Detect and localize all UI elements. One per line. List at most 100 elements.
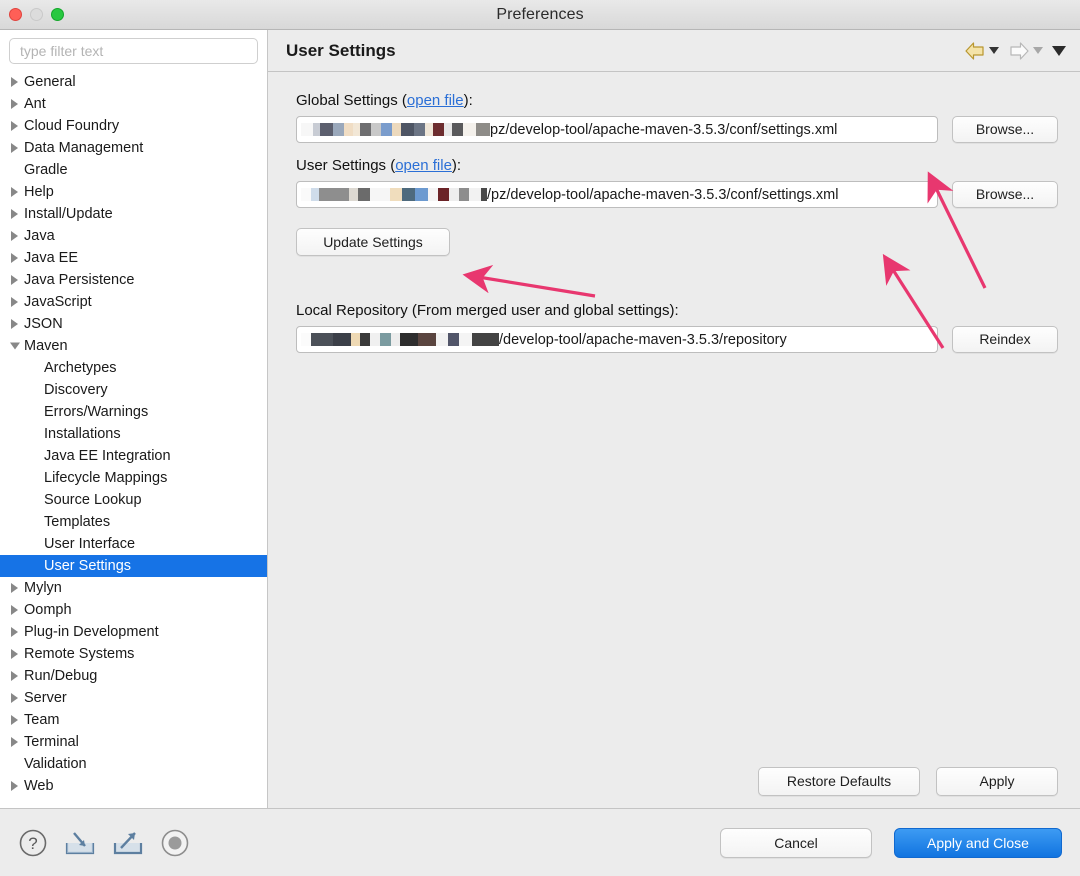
footer-icon-group: ?: [18, 828, 190, 858]
sidebar-item-javascript[interactable]: JavaScript: [0, 291, 267, 313]
chevron-down-icon[interactable]: [1052, 45, 1066, 56]
sidebar-item-install-update[interactable]: Install/Update: [0, 203, 267, 225]
user-settings-label: User Settings (open file):: [296, 157, 1058, 174]
user-settings-path: /pz/develop-tool/apache-maven-3.5.3/conf…: [487, 186, 839, 203]
sidebar-item-label: Team: [24, 712, 60, 728]
redacted-path-blocks: [297, 117, 490, 142]
sidebar-item-java-ee[interactable]: Java EE: [0, 247, 267, 269]
global-settings-label: Global Settings (open file):: [296, 92, 1058, 109]
sidebar-item-plug-in-development[interactable]: Plug-in Development: [0, 621, 267, 643]
sidebar-item-java-ee-integration[interactable]: Java EE Integration: [0, 445, 267, 467]
user-settings-label-prefix: User Settings (: [296, 157, 396, 174]
sidebar-item-label: Installations: [44, 426, 121, 442]
sidebar-item-label: Run/Debug: [24, 668, 98, 684]
sidebar-item-user-interface[interactable]: User Interface: [0, 533, 267, 555]
sidebar-item-label: Remote Systems: [24, 646, 135, 662]
cancel-button[interactable]: Cancel: [720, 827, 872, 858]
forward-dropdown-caret-icon[interactable]: [1033, 47, 1043, 54]
redacted-path-blocks: [297, 182, 487, 207]
sidebar-item-label: Mylyn: [24, 580, 62, 596]
window-titlebar: Preferences: [0, 0, 1080, 30]
export-icon[interactable]: [112, 829, 144, 857]
local-repository-row: /develop-tool/apache-maven-3.5.3/reposit…: [296, 326, 1058, 353]
page-title: User Settings: [286, 40, 396, 60]
global-settings-browse-button[interactable]: Browse...: [952, 116, 1058, 143]
user-settings-input[interactable]: /pz/develop-tool/apache-maven-3.5.3/conf…: [296, 181, 938, 208]
sidebar-item-web[interactable]: Web: [0, 775, 267, 797]
record-icon[interactable]: [160, 828, 190, 858]
sidebar-item-run-debug[interactable]: Run/Debug: [0, 665, 267, 687]
sidebar-item-discovery[interactable]: Discovery: [0, 379, 267, 401]
main-panel-action-buttons: Restore Defaults Apply: [758, 767, 1058, 796]
sidebar-item-label: Source Lookup: [44, 492, 142, 508]
sidebar-item-oomph[interactable]: Oomph: [0, 599, 267, 621]
user-settings-label-suffix: ):: [451, 157, 462, 174]
footer-button-group: Cancel Apply and Close: [720, 827, 1062, 858]
sidebar-item-label: Web: [24, 778, 54, 794]
sidebar-item-user-settings[interactable]: User Settings: [0, 555, 267, 577]
sidebar-item-label: User Interface: [44, 536, 136, 552]
sidebar-item-remote-systems[interactable]: Remote Systems: [0, 643, 267, 665]
sidebar-item-archetypes[interactable]: Archetypes: [0, 357, 267, 379]
update-settings-button[interactable]: Update Settings: [296, 228, 450, 256]
sidebar-item-data-management[interactable]: Data Management: [0, 137, 267, 159]
maximize-window-button[interactable]: [51, 8, 64, 21]
back-arrow-icon[interactable]: [964, 41, 986, 60]
sidebar-item-label: Help: [24, 184, 54, 200]
sidebar-item-help[interactable]: Help: [0, 181, 267, 203]
sidebar-item-cloud-foundry[interactable]: Cloud Foundry: [0, 115, 267, 137]
global-settings-input[interactable]: pz/develop-tool/apache-maven-3.5.3/conf/…: [296, 116, 938, 143]
import-icon[interactable]: [64, 829, 96, 857]
user-settings-open-file-link[interactable]: open file: [395, 157, 452, 174]
sidebar-item-label: Oomph: [24, 602, 72, 618]
back-dropdown-caret-icon[interactable]: [989, 47, 999, 54]
help-icon[interactable]: ?: [18, 828, 48, 858]
user-settings-row: /pz/develop-tool/apache-maven-3.5.3/conf…: [296, 181, 1058, 208]
forward-arrow-icon[interactable]: [1008, 41, 1030, 60]
reindex-button[interactable]: Reindex: [952, 326, 1058, 353]
sidebar-item-label: Templates: [44, 514, 111, 530]
redacted-path-blocks: [297, 327, 499, 352]
sidebar-item-templates[interactable]: Templates: [0, 511, 267, 533]
user-settings-browse-button[interactable]: Browse...: [952, 181, 1058, 208]
forward-nav-group[interactable]: [1008, 41, 1043, 60]
sidebar-item-ant[interactable]: Ant: [0, 93, 267, 115]
local-repository-label: Local Repository (From merged user and g…: [296, 302, 679, 319]
sidebar-item-label: General: [24, 74, 76, 90]
close-window-button[interactable]: [9, 8, 22, 21]
preferences-tree[interactable]: General Ant Cloud Foundry Data Management Gr…: [0, 70, 267, 808]
sidebar-item-server[interactable]: Server: [0, 687, 267, 709]
sidebar-item-label: Server: [24, 690, 67, 706]
sidebar-item-label: JSON: [24, 316, 63, 332]
sidebar-item-installations[interactable]: Installations: [0, 423, 267, 445]
sidebar-item-maven[interactable]: Maven: [0, 335, 267, 357]
sidebar-item-label: Java Persistence: [24, 272, 135, 288]
apply-button[interactable]: Apply: [936, 767, 1058, 796]
sidebar-item-gradle[interactable]: Gradle: [0, 159, 267, 181]
sidebar-item-label: JavaScript: [24, 294, 92, 310]
sidebar-item-label: Cloud Foundry: [24, 118, 120, 134]
sidebar-item-label: Ant: [24, 96, 46, 112]
global-settings-open-file-link[interactable]: open file: [407, 92, 464, 109]
sidebar-item-errors-warnings[interactable]: Errors/Warnings: [0, 401, 267, 423]
sidebar-item-label: Plug-in Development: [24, 624, 159, 640]
sidebar-item-java-persistence[interactable]: Java Persistence: [0, 269, 267, 291]
sidebar-item-mylyn[interactable]: Mylyn: [0, 577, 267, 599]
apply-and-close-button[interactable]: Apply and Close: [894, 827, 1062, 858]
back-nav-group[interactable]: [964, 41, 999, 60]
sidebar-item-lifecycle-mappings[interactable]: Lifecycle Mappings: [0, 467, 267, 489]
global-settings-label-suffix: ):: [463, 92, 473, 109]
minimize-window-button[interactable]: [30, 8, 43, 21]
filter-input[interactable]: [9, 38, 258, 64]
global-settings-label-prefix: Global Settings (: [296, 92, 407, 109]
sidebar-item-general[interactable]: General: [0, 71, 267, 93]
sidebar-item-java[interactable]: Java: [0, 225, 267, 247]
sidebar-item-source-lookup[interactable]: Source Lookup: [0, 489, 267, 511]
local-repository-input[interactable]: /develop-tool/apache-maven-3.5.3/reposit…: [296, 326, 938, 353]
restore-defaults-button[interactable]: Restore Defaults: [758, 767, 920, 796]
sidebar-item-terminal[interactable]: Terminal: [0, 731, 267, 753]
sidebar-item-validation[interactable]: Validation: [0, 753, 267, 775]
sidebar-item-json[interactable]: JSON: [0, 313, 267, 335]
sidebar-item-label: Discovery: [44, 382, 108, 398]
sidebar-item-team[interactable]: Team: [0, 709, 267, 731]
